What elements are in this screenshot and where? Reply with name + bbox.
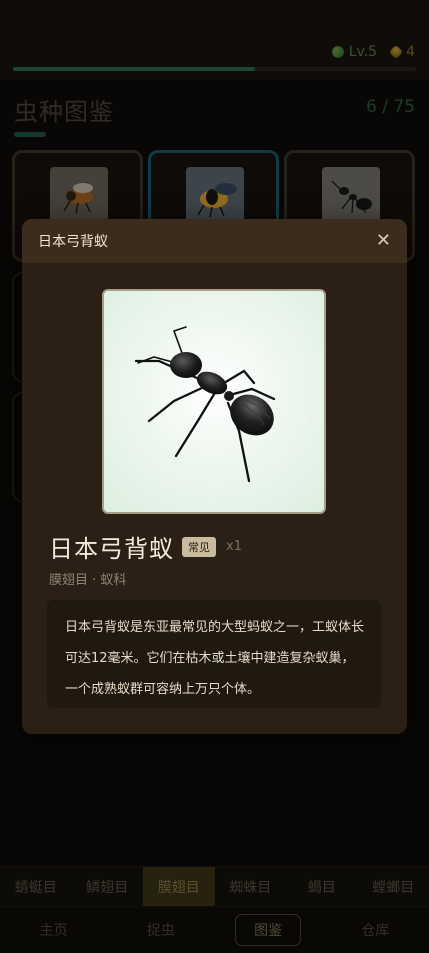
insect-detail-modal: 日本弓背蚁 ✕ 日本弓背蚁 常见 x1 膜翅目 · 蚁科 日本弓背蚁是东亚最常见… (22, 219, 407, 734)
modal-header: 日本弓背蚁 ✕ (22, 219, 407, 263)
insect-description: 日本弓背蚁是东亚最常见的大型蚂蚁之一，工蚁体长可达12毫米。它们在枯木或土壤中建… (47, 600, 381, 708)
insect-name: 日本弓背蚁 (49, 535, 174, 563)
rarity-badge: 常见 (182, 536, 216, 557)
close-button[interactable]: ✕ (376, 232, 391, 250)
insect-name-row: 日本弓背蚁 常见 x1 (49, 529, 242, 564)
taxonomy-label: 膜翅目 · 蚁科 (49, 573, 127, 588)
modal-title: 日本弓背蚁 (38, 234, 108, 250)
insect-photo (102, 289, 326, 514)
quantity-label: x1 (226, 539, 242, 554)
ant-illustration (134, 326, 276, 483)
